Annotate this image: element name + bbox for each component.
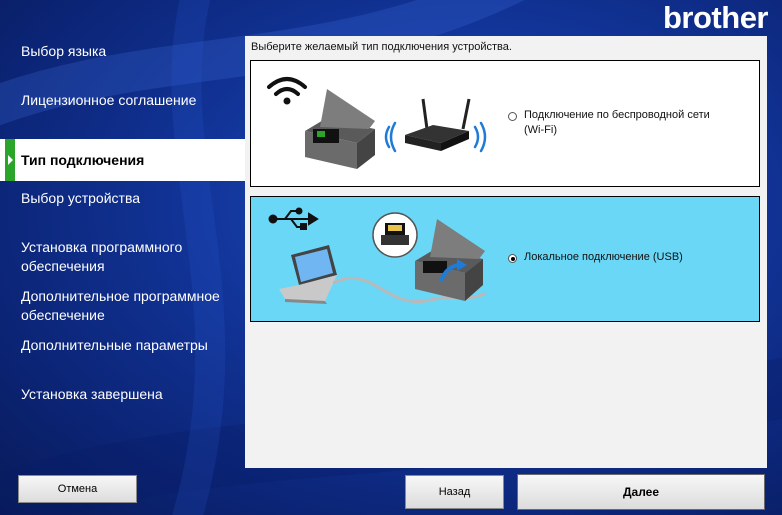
router-icon (405, 98, 471, 151)
sidebar-item-device-select: Выбор устройства (21, 190, 141, 206)
usb-radio[interactable] (508, 254, 517, 263)
wifi-option-label-line2: (Wi-Fi) (524, 124, 557, 136)
sidebar-item-label: Тип подключения (21, 151, 145, 168)
usb-option-label: Локальное подключение (USB) (524, 251, 683, 263)
option-wifi[interactable]: Подключение по беспроводной сети (Wi-Fi) (250, 60, 760, 187)
cancel-button[interactable]: Отмена (18, 475, 137, 503)
sidebar-item-additional-params: Дополнительные параметры (21, 337, 208, 353)
back-button[interactable]: Назад (405, 475, 504, 509)
option-usb[interactable]: Локальное подключение (USB) (250, 196, 760, 322)
wifi-printer-router-illustration (267, 77, 487, 169)
sidebar-item-additional-software: Дополнительное программное обеспечение (21, 288, 220, 323)
active-step-arrow-icon (5, 139, 15, 181)
wifi-icon (267, 77, 307, 96)
instruction-text: Выберите желаемый тип подключения устрой… (251, 41, 512, 53)
main-panel: Выберите желаемый тип подключения устрой… (245, 36, 767, 468)
next-button[interactable]: Далее (517, 474, 765, 510)
sidebar-item-software-install: Установка программного обеспечения (21, 239, 183, 274)
printer-icon (305, 89, 375, 169)
usb-icon (268, 207, 319, 230)
printer-icon (415, 219, 485, 301)
wifi-option-label-line1: Подключение по беспроводной сети (524, 109, 710, 121)
sidebar-item-connection-type: Тип подключения (0, 139, 245, 181)
sidebar-item-language: Выбор языка (21, 43, 107, 59)
brother-logo: brother (663, 0, 769, 35)
wifi-radio[interactable] (508, 112, 517, 121)
sidebar-item-license: Лицензионное соглашение (21, 92, 197, 108)
sidebar-item-finished: Установка завершена (21, 386, 163, 402)
laptop-icon (279, 245, 337, 304)
usb-laptop-printer-illustration (268, 207, 486, 304)
